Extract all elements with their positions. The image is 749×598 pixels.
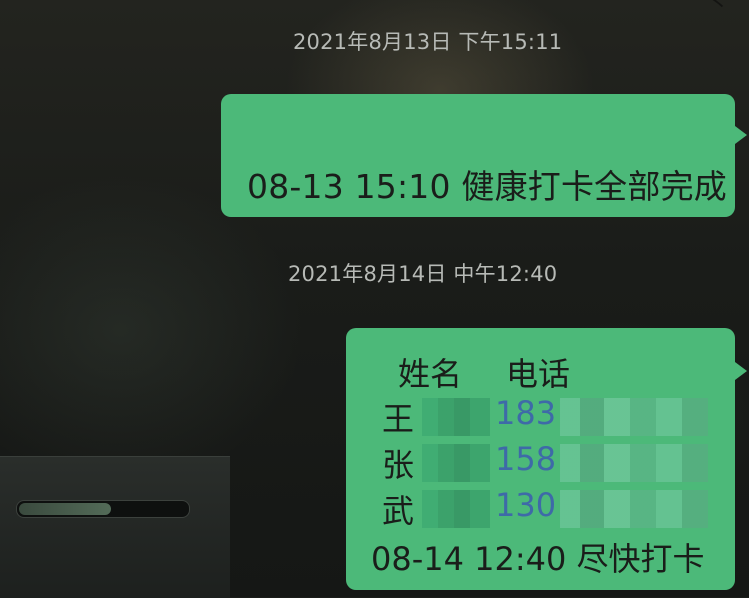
contact-phone: 158 bbox=[495, 440, 557, 478]
contact-name: 王 bbox=[382, 400, 415, 438]
background-device bbox=[0, 456, 230, 598]
background-progress-fill bbox=[19, 503, 111, 515]
redaction-mosaic bbox=[422, 398, 490, 436]
table-header-phone: 电话 bbox=[506, 355, 571, 393]
message-bubble[interactable]: 姓名 电话 王 183 张 158 武 130 08-14 12:40 尽快打卡 bbox=[346, 328, 747, 590]
redaction-mosaic bbox=[422, 444, 490, 482]
contact-name: 武 bbox=[382, 492, 415, 530]
message-text: 08-14 12:40 尽快打卡 bbox=[371, 540, 705, 578]
message-text: 08-13 15:10 健康打卡全部完成 bbox=[247, 167, 727, 206]
bubble-tail bbox=[735, 126, 747, 144]
redaction-mosaic bbox=[560, 398, 708, 436]
contact-phone: 130 bbox=[495, 486, 557, 524]
table-header-name: 姓名 bbox=[398, 355, 463, 393]
redaction-mosaic bbox=[422, 490, 490, 528]
contact-phone: 183 bbox=[495, 394, 557, 432]
redaction-mosaic bbox=[560, 490, 708, 528]
message-timestamp: 2021年8月13日 下午15:11 bbox=[293, 30, 563, 54]
bubble-tail bbox=[735, 362, 747, 380]
message-bubble[interactable]: 08-13 15:10 健康打卡全部完成 bbox=[221, 94, 747, 217]
background-progress-bar bbox=[16, 500, 190, 518]
redaction-mosaic bbox=[560, 444, 708, 482]
contact-name: 张 bbox=[382, 446, 415, 484]
message-timestamp: 2021年8月14日 中午12:40 bbox=[288, 262, 558, 286]
